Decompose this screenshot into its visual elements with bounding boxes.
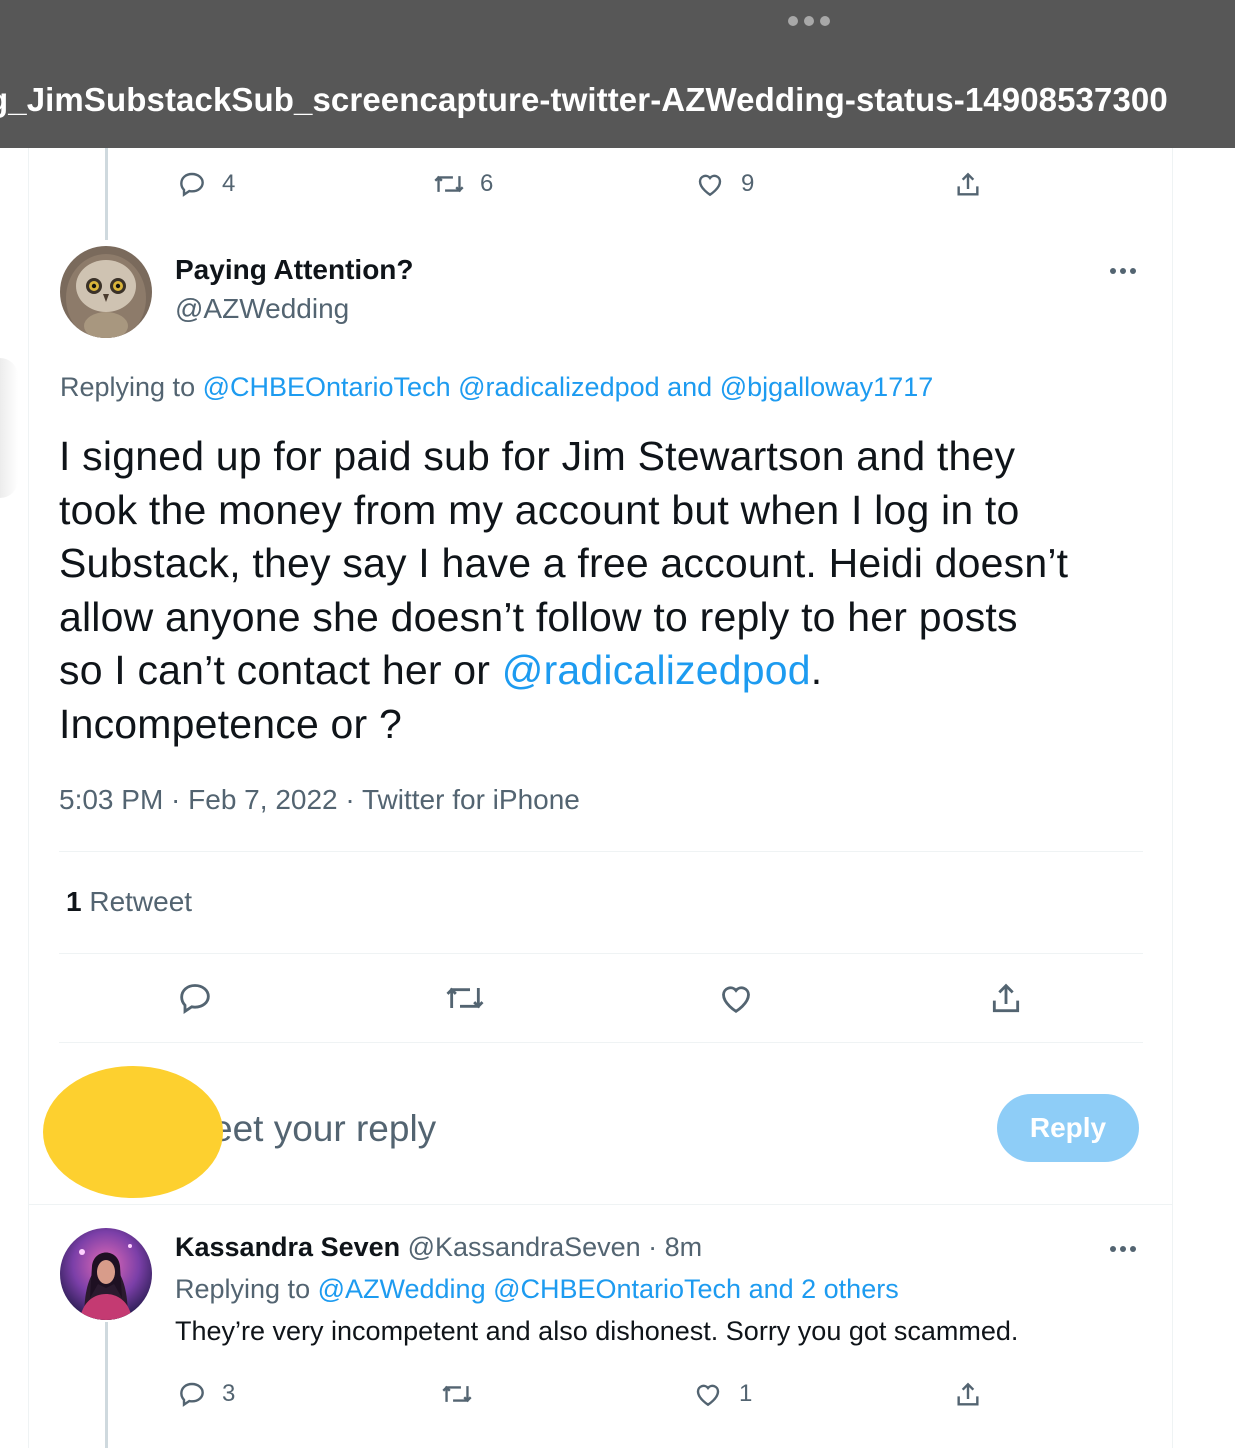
share-icon xyxy=(992,983,1020,1013)
mention-link[interactable]: @radicalizedpod xyxy=(458,372,660,402)
reply-action[interactable]: 3 xyxy=(176,1378,235,1410)
share-icon xyxy=(957,1382,979,1406)
avatar[interactable] xyxy=(60,1228,152,1320)
like-count: 1 xyxy=(739,1380,753,1407)
window-menu-icon[interactable] xyxy=(788,16,830,26)
retweet-icon xyxy=(442,1385,472,1403)
divider xyxy=(59,953,1143,954)
share-action[interactable] xyxy=(986,978,1026,1020)
divider xyxy=(28,1204,1173,1205)
column-border xyxy=(28,148,29,1448)
redaction-mark xyxy=(43,1066,223,1198)
share-action[interactable] xyxy=(952,168,984,202)
divider xyxy=(59,1042,1143,1043)
like-action[interactable]: 1 xyxy=(691,1378,752,1410)
retweet-action[interactable] xyxy=(443,978,487,1018)
thread-line xyxy=(105,1322,108,1448)
avatar[interactable] xyxy=(60,246,152,338)
replying-to: Replying to @CHBEOntarioTech @radicalize… xyxy=(60,372,934,402)
reply-count: 4 xyxy=(222,170,236,197)
handle-time[interactable]: @KassandraSeven · 8m xyxy=(400,1232,703,1262)
file-title: g_JimSubstackSub_screencapture-twitter-A… xyxy=(0,81,1168,118)
replying-to: Replying to @AZWedding @CHBEOntarioTech … xyxy=(175,1274,899,1304)
retweet-count: 6 xyxy=(480,170,494,197)
heart-icon xyxy=(722,986,750,1013)
kassandra-avatar-icon xyxy=(60,1228,152,1320)
tweet-page: 4 6 9 Paying Attention? @AZWedding Reply… xyxy=(0,148,1235,1448)
mention-link[interactable]: @CHBEOntarioTech xyxy=(203,372,451,402)
reply-button[interactable]: Reply xyxy=(997,1094,1139,1162)
reply-action[interactable]: 4 xyxy=(176,168,235,200)
retweet-icon xyxy=(446,987,484,1009)
more-options-icon[interactable] xyxy=(1110,268,1136,274)
like-action[interactable]: 9 xyxy=(693,168,754,200)
like-action[interactable] xyxy=(715,978,757,1018)
retweet-action[interactable]: 6 xyxy=(432,168,493,200)
reply-input[interactable]: eet your reply xyxy=(212,1108,436,1150)
reply-icon xyxy=(180,984,210,1014)
tweet-text: I signed up for paid sub for Jim Stewart… xyxy=(59,433,1069,747)
owl-avatar-icon xyxy=(60,246,152,338)
handle[interactable]: @AZWedding xyxy=(175,293,349,325)
thread-line xyxy=(105,148,108,240)
share-icon xyxy=(957,172,979,196)
display-name[interactable]: Paying Attention? xyxy=(175,254,414,286)
mention-link[interactable]: @AZWedding @CHBEOntarioTech xyxy=(318,1274,741,1304)
more-options-icon[interactable] xyxy=(1110,1246,1136,1252)
side-edge xyxy=(0,358,18,498)
mention-link[interactable]: @radicalizedpod xyxy=(502,647,811,693)
reply-icon xyxy=(180,1382,204,1407)
like-count: 9 xyxy=(741,170,755,197)
heart-icon xyxy=(696,1384,720,1407)
tweet-timestamp[interactable]: 5:03 PM · Feb 7, 2022 · Twitter for iPho… xyxy=(59,784,580,816)
reply-author: Kassandra Seven @KassandraSeven · 8m xyxy=(175,1232,702,1263)
heart-icon xyxy=(698,174,722,197)
share-action[interactable] xyxy=(952,1378,984,1412)
others-link[interactable]: 2 others xyxy=(801,1274,899,1304)
divider xyxy=(59,851,1143,852)
reply-action[interactable] xyxy=(175,978,215,1018)
retweet-stats[interactable]: 1 Retweet xyxy=(66,886,192,918)
mention-link[interactable]: @bjgalloway1717 xyxy=(720,372,934,402)
retweet-action[interactable] xyxy=(440,1378,474,1410)
reply-text: They’re very incompetent and also dishon… xyxy=(175,1316,1019,1346)
title-bar: g_JimSubstackSub_screencapture-twitter-A… xyxy=(0,0,1235,148)
reply-icon xyxy=(180,172,204,197)
retweet-icon xyxy=(434,175,464,193)
display-name[interactable]: Kassandra Seven xyxy=(175,1232,400,1262)
column-border xyxy=(1172,148,1173,1448)
reply-count: 3 xyxy=(222,1380,236,1407)
